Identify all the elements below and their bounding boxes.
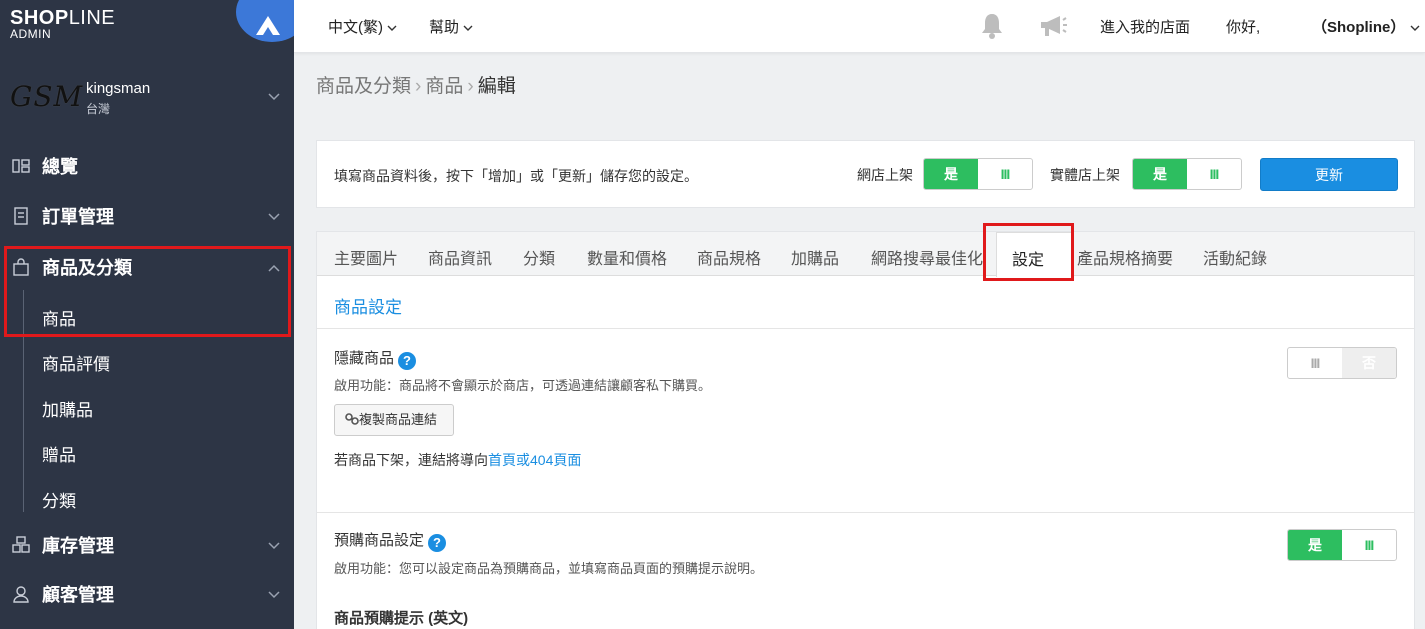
chevron-down-icon <box>268 88 280 106</box>
chevron-down-icon <box>387 25 397 31</box>
app-badge-icon <box>236 0 294 42</box>
dashboard-icon <box>11 156 31 176</box>
store-name: kingsman <box>86 80 151 97</box>
redirect-note: 若商品下架，連結將導向首頁或404頁面 <box>334 452 582 468</box>
store-logo: GSM <box>10 80 84 113</box>
tab-spec-summary[interactable]: 產品規格摘要 <box>1077 245 1173 269</box>
tab-main-images[interactable]: 主要圖片 <box>334 245 398 269</box>
toggle-handle-icon: III <box>1000 166 1011 182</box>
logo-text-main: SHOP <box>10 7 69 29</box>
sidebar-item-label: 庫存管理 <box>42 536 114 556</box>
toggle-off-label: 否 <box>1342 348 1396 378</box>
logo-text-thin: LINE <box>68 7 116 29</box>
store-switcher[interactable]: GSM kingsman 台灣 <box>0 70 294 126</box>
breadcrumb: 商品及分類 › 商品 › 編輯 <box>316 71 516 98</box>
copy-link-label: 複製商品連結 <box>359 412 438 427</box>
breadcrumb-root[interactable]: 商品及分類 <box>316 76 411 97</box>
toggle-handle-icon: III <box>1310 355 1321 371</box>
toggle-on-label: 是 <box>924 159 978 189</box>
preorder-toggle[interactable]: 是 III <box>1287 529 1397 561</box>
submenu-item-categories[interactable]: 分類 <box>42 487 76 512</box>
preorder-hint-title: 商品預購提示 (英文) <box>334 610 469 627</box>
highlight-box <box>4 246 291 337</box>
bell-icon[interactable] <box>980 12 1004 45</box>
enter-store-link[interactable]: 進入我的店面 <box>1100 16 1190 37</box>
sidebar-item-label: 總覽 <box>42 157 78 177</box>
tab-bar: 主要圖片 商品資訊 分類 數量和價格 商品規格 加購品 網路搜尋最佳化 設定 產… <box>317 232 1414 277</box>
preorder-desc: 啟用功能：您可以設定商品為預購商品，並填寫商品頁面的預購提示說明。 <box>334 561 764 576</box>
chevron-down-icon <box>268 586 280 602</box>
sidebar-item-customers[interactable]: 顧客管理 <box>0 572 294 616</box>
submenu-item-addons[interactable]: 加購品 <box>42 396 93 421</box>
megaphone-icon[interactable] <box>1038 14 1068 43</box>
sidebar-item-orders[interactable]: 訂單管理 <box>0 194 294 238</box>
update-button[interactable]: 更新 <box>1260 158 1398 191</box>
breadcrumb-separator-icon: › <box>467 76 474 97</box>
tab-activity-log[interactable]: 活動紀錄 <box>1203 245 1267 269</box>
sidebar-item-overview[interactable]: 總覽 <box>0 144 294 188</box>
toggle-handle-icon: III <box>1209 166 1220 182</box>
user-icon <box>11 584 31 604</box>
preorder-title: 預購商品設定? <box>334 529 447 552</box>
publish-panel: 填寫商品資料後，按下「增加」或「更新」儲存您的設定。 網店上架 是 III 實體… <box>316 140 1415 208</box>
store-region: 台灣 <box>86 102 111 116</box>
breadcrumb-mid[interactable]: 商品 <box>425 76 463 97</box>
tab-product-info[interactable]: 商品資訊 <box>428 245 492 269</box>
chevron-down-icon <box>1410 25 1420 31</box>
online-store-toggle[interactable]: 是 III <box>923 158 1033 190</box>
tab-quantity-price[interactable]: 數量和價格 <box>587 245 667 269</box>
top-bar: 中文(繁) 幫助 進入我的店面 你好, （Shopline） <box>294 0 1425 53</box>
copy-link-button[interactable]: 複製商品連結 <box>334 404 454 436</box>
product-edit-panel: 主要圖片 商品資訊 分類 數量和價格 商品規格 加購品 網路搜尋最佳化 設定 產… <box>316 231 1415 629</box>
sidebar-item-inventory[interactable]: 庫存管理 <box>0 523 294 567</box>
link-icon <box>345 413 359 425</box>
tab-variations[interactable]: 商品規格 <box>697 245 761 269</box>
hide-product-desc: 啟用功能：商品將不會顯示於商店，可透過連結讓顧客私下購買。 <box>334 378 712 393</box>
divider <box>317 328 1414 329</box>
sidebar: SHOPLINE ADMIN GSM kingsman 台灣 總覽 訂單管理 商… <box>0 0 294 629</box>
chevron-down-icon <box>268 537 280 553</box>
tab-categories[interactable]: 分類 <box>523 245 555 269</box>
toggle-on-label: 是 <box>1288 530 1342 560</box>
sidebar-item-label: 訂單管理 <box>42 207 114 227</box>
divider <box>317 512 1414 513</box>
help-icon[interactable]: ? <box>398 352 417 370</box>
highlight-box <box>983 223 1074 281</box>
instruction-text: 填寫商品資料後，按下「增加」或「更新」儲存您的設定。 <box>334 168 698 184</box>
breadcrumb-separator-icon: › <box>415 76 422 97</box>
submenu-item-gifts[interactable]: 贈品 <box>42 441 76 466</box>
section-title: 商品設定 <box>334 298 402 317</box>
redirect-link[interactable]: 首頁或404頁面 <box>488 452 581 468</box>
tab-addons[interactable]: 加購品 <box>791 245 839 269</box>
logo-subtitle: ADMIN <box>10 27 52 41</box>
online-store-label: 網店上架 <box>857 167 913 183</box>
order-icon <box>11 206 31 226</box>
breadcrumb-current: 編輯 <box>477 76 516 97</box>
help-icon[interactable]: ? <box>428 534 447 552</box>
toggle-on-label: 是 <box>1133 159 1187 189</box>
tab-seo[interactable]: 網路搜尋最佳化 <box>871 245 983 269</box>
inventory-icon <box>11 535 31 555</box>
help-menu[interactable]: 幫助 <box>429 16 473 37</box>
chevron-down-icon <box>268 208 280 224</box>
hide-product-title: 隱藏商品? <box>334 347 417 370</box>
toggle-handle-icon: III <box>1364 537 1375 553</box>
account-menu[interactable]: （Shopline） <box>1312 16 1420 37</box>
retail-store-label: 實體店上架 <box>1050 167 1120 183</box>
shopline-logo[interactable]: SHOPLINE ADMIN <box>10 8 115 41</box>
submenu-item-reviews[interactable]: 商品評價 <box>42 350 110 375</box>
greeting-text: 你好, <box>1226 19 1261 36</box>
sidebar-item-label: 顧客管理 <box>42 585 114 605</box>
retail-store-toggle[interactable]: 是 III <box>1132 158 1242 190</box>
chevron-down-icon <box>463 25 473 31</box>
language-selector[interactable]: 中文(繁) <box>328 16 397 37</box>
hide-product-toggle[interactable]: III 否 <box>1287 347 1397 379</box>
